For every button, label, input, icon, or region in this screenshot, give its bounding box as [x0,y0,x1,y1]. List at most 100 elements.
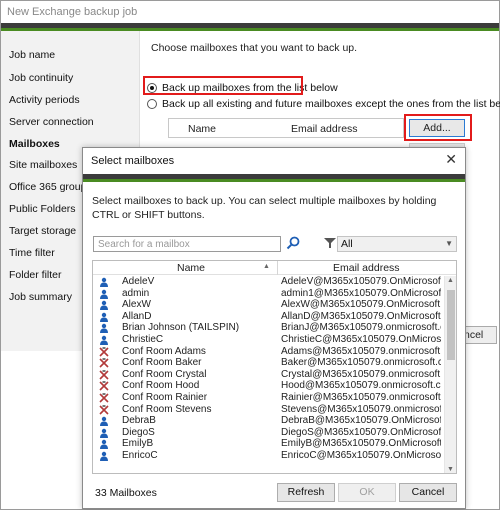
table-row[interactable]: Brian Johnson (TAILSPIN) BrianJ@M365x1050… [93,322,443,334]
user-icon [100,277,108,287]
user-icon [100,312,108,322]
grid-body: AdeleV AdeleV@M365x105079.OnMicrosoft....… [93,276,443,473]
sidebar-item-folder-filter[interactable]: Folder filter [9,269,62,281]
mailbox-name: Conf Room Rainier [122,392,208,403]
ok-button[interactable]: OK [338,483,396,502]
sidebar-item-server-connection[interactable]: Server connection [9,116,94,128]
user-icon [100,451,108,461]
mailbox-email: DebraB@M365x105079.OnMicrosoft.... [281,415,441,427]
close-icon[interactable]: ✕ [445,151,457,168]
sidebar-item-mailboxes[interactable]: Mailboxes [9,138,60,150]
table-row[interactable]: DebraB DebraB@M365x105079.OnMicrosoft.... [93,415,443,427]
wizard-cancel-button[interactable]: ncel [461,326,497,344]
dialog-instruction: Select mailboxes to back up. You can sel… [92,195,437,221]
radio-backup-all-except[interactable]: Back up all existing and future mailboxe… [147,98,500,110]
dialog-header-accent [83,179,465,182]
mailbox-name: admin [122,287,150,299]
grid-column-name[interactable]: Name [177,262,205,274]
sidebar-item-public-folders[interactable]: Public Folders [9,203,76,215]
table-row[interactable]: ChristieC ChristieC@M365x105079.OnMicroso… [93,334,443,346]
sidebar-item-site-mailboxes[interactable]: Site mailboxes [9,159,77,171]
mailbox-email: AdeleV@M365x105079.OnMicrosoft.... [281,276,441,287]
mailbox-email: Stevens@M365x105079.onmicrosoft.c... [281,403,441,415]
mailbox-name: AlexW [122,299,151,311]
select-mailboxes-dialog: Select mailboxes ✕ Select mailboxes to b… [82,147,466,509]
mailbox-name: ChristieC [122,334,164,345]
room-icon [99,381,109,391]
sidebar-item-job-summary[interactable]: Job summary [9,291,72,303]
table-row[interactable]: Conf Room Crystal Crystal@M365x105079.onm… [93,369,443,381]
filter-icon [324,238,336,248]
room-icon [99,393,109,403]
mailbox-list-header: Name Email address [168,118,404,138]
mailbox-name: AllanD [122,310,152,322]
mailbox-email: AllanD@M365x105079.OnMicrosoft.... [281,310,441,322]
user-icon [100,289,108,299]
mailbox-email: Rainier@M365x105079.onmicrosoft.c... [281,392,441,403]
column-header-email[interactable]: Email address [291,123,358,135]
table-row[interactable]: Conf Room Adams Adams@M365x105079.onmicro… [93,346,443,358]
sidebar-item-job-continuity[interactable]: Job continuity [9,72,73,84]
mailbox-email: Baker@M365x105079.onmicrosoft.co... [281,357,441,369]
chevron-down-icon: ▼ [445,239,453,248]
table-row[interactable]: AllanD AllanD@M365x105079.OnMicrosoft.... [93,311,443,323]
radio-unselected-icon[interactable] [147,99,157,109]
mailbox-name: Conf Room Hood [122,380,200,392]
table-row[interactable]: EmilyB EmilyB@M365x105079.OnMicrosoft.... [93,438,443,450]
table-row[interactable]: Conf Room Stevens Stevens@M365x105079.onm… [93,404,443,416]
table-row[interactable]: DiegoS DiegoS@M365x105079.OnMicrosoft.... [93,427,443,439]
scroll-up-icon[interactable]: ▲ [447,277,454,284]
mailbox-count: 33 Mailboxes [95,487,157,499]
table-row[interactable]: EnricoC EnricoC@M365x105079.OnMicrosoft..… [93,450,443,462]
room-icon [99,358,109,368]
table-row[interactable]: Conf Room Baker Baker@M365x105079.onmicro… [93,357,443,369]
mailbox-email: AlexW@M365x105079.OnMicrosoft.c... [281,299,441,311]
table-row[interactable]: Conf Room Hood Hood@M365x105079.onmicroso… [93,380,443,392]
mailbox-name: EmilyB [122,438,154,450]
sidebar-item-activity-periods[interactable]: Activity periods [9,94,80,106]
user-icon [100,416,108,427]
mailbox-email: EmilyB@M365x105079.OnMicrosoft.... [281,438,441,450]
mailbox-name: AdeleV [122,276,155,287]
table-row[interactable]: AdeleV AdeleV@M365x105079.OnMicrosoft.... [93,276,443,288]
table-row[interactable]: AlexW AlexW@M365x105079.OnMicrosoft.c... [93,299,443,311]
vertical-scrollbar[interactable]: ▲ ▼ [444,276,456,473]
column-header-name[interactable]: Name [188,123,216,135]
user-icon [100,300,108,311]
scroll-down-icon[interactable]: ▼ [447,466,454,473]
mailbox-email: DiegoS@M365x105079.OnMicrosoft.... [281,426,441,438]
search-input[interactable] [93,236,281,252]
dialog-title: Select mailboxes [91,155,175,167]
add-button[interactable]: Add... [409,119,465,137]
filter-dropdown[interactable]: All ▼ [337,236,457,252]
room-icon [99,346,109,357]
sidebar-item-target-storage[interactable]: Target storage [9,225,76,237]
sidebar-item-job-name[interactable]: Job name [9,49,55,61]
mailbox-name: DiegoS [122,426,155,438]
refresh-button[interactable]: Refresh [277,483,335,502]
mailbox-grid: Name ▲ Email address AdeleV AdeleV@M365x1… [92,260,457,474]
sidebar-item-time-filter[interactable]: Time filter [9,247,55,259]
mailbox-name: Conf Room Adams [122,345,206,357]
column-divider[interactable] [277,261,278,275]
user-icon [100,428,108,438]
mailbox-email: Adams@M365x105079.onmicrosoft.c... [281,345,441,357]
mailbox-email: ChristieC@M365x105079.OnMicroso... [281,334,441,345]
mailbox-name: Conf Room Crystal [122,368,207,380]
user-icon [100,335,108,345]
mailboxes-prompt: Choose mailboxes that you want to back u… [151,42,358,54]
radio-backup-all-label: Back up all existing and future mailboxe… [162,98,500,110]
mailbox-name: Conf Room Baker [122,357,202,369]
scrollbar-thumb[interactable] [447,290,455,360]
mailbox-email: BrianJ@M365x105079.onmicrosoft.c... [281,322,441,334]
user-icon [100,324,108,334]
mailbox-email: admin1@M365x105079.OnMicrosoft.... [281,287,441,299]
grid-column-email[interactable]: Email address [333,262,400,274]
search-icon[interactable] [285,235,301,251]
wizard-title: New Exchange backup job [1,1,499,23]
table-row[interactable]: admin admin1@M365x105079.OnMicrosoft.... [93,288,443,300]
table-row[interactable]: Conf Room Rainier Rainier@M365x105079.onm… [93,392,443,404]
sort-ascending-icon: ▲ [263,263,270,270]
cancel-button[interactable]: Cancel [399,483,457,502]
room-icon [99,404,109,415]
